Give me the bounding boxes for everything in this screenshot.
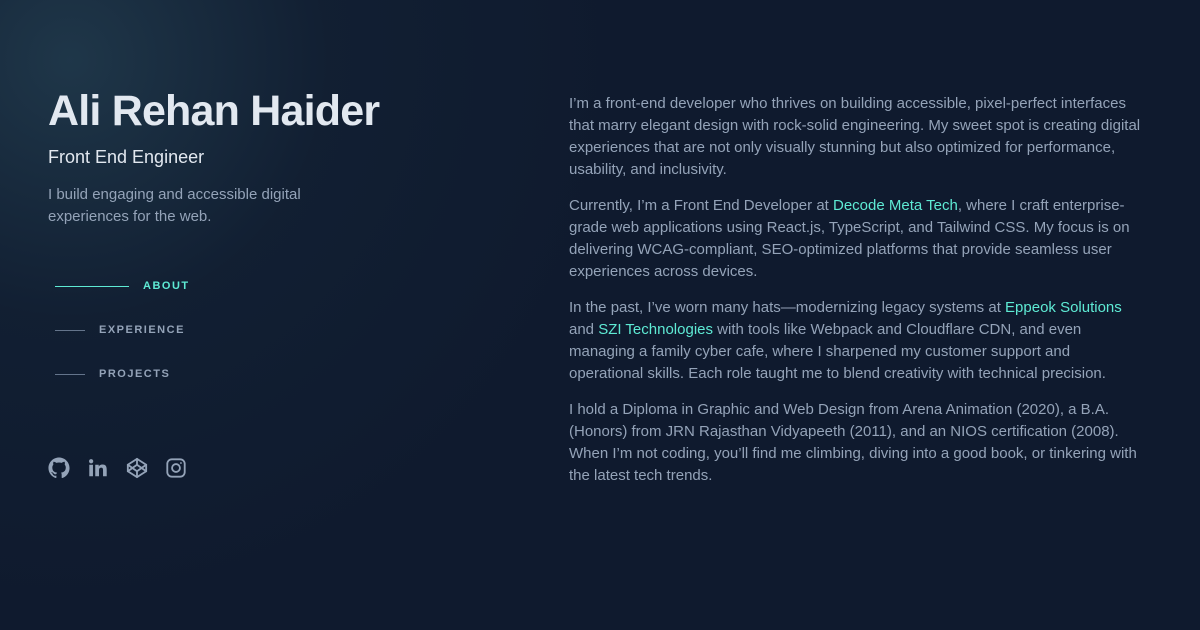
codepen-link[interactable] [126,457,148,479]
social-links [48,457,187,479]
nav-item-label: ABOUT [143,280,190,292]
about-text: Currently, I’m a Front End Developer at [569,197,833,214]
profile-tagline: I build engaging and accessible digital … [48,186,301,225]
linkedin-link[interactable] [87,457,109,479]
linkedin-icon [89,459,107,477]
nav-item-projects[interactable]: PROJECTS [55,364,190,384]
section-nav: ABOUT EXPERIENCE PROJECTS [55,276,190,408]
instagram-icon [166,458,186,478]
nav-indicator-line [55,373,85,375]
nav-item-about[interactable]: ABOUT [55,276,190,296]
about-text: and [569,321,599,338]
instagram-link[interactable] [165,457,187,479]
about-paragraph-4: I hold a Diploma in Graphic and Web Desi… [569,401,1137,484]
github-link[interactable] [48,457,70,479]
github-icon [48,457,70,479]
nav-item-experience[interactable]: EXPERIENCE [55,320,190,340]
profile-column: Ali Rehan Haider Front End Engineer I bu… [48,0,488,630]
nav-indicator-line [55,285,129,287]
decode-meta-tech-link[interactable]: Decode Meta Tech [833,197,958,214]
about-section: I’m a front-end developer who thrives on… [569,93,1141,501]
about-text: In the past, I’ve worn many hats—moderni… [569,299,1006,316]
szi-technologies-link[interactable]: SZI Technologies [598,321,713,338]
nav-item-label: PROJECTS [99,368,171,380]
nav-indicator-line [55,329,85,331]
nav-item-label: EXPERIENCE [99,324,185,336]
profile-name: Ali Rehan Haider [48,87,380,135]
about-paragraph-3: In the past, I’ve worn many hats—moderni… [569,297,1141,385]
codepen-icon [126,457,148,479]
eppeok-solutions-link[interactable]: Eppeok Solutions [1005,299,1122,316]
profile-role: Front End Engineer [48,147,205,167]
about-paragraph-1: I’m a front-end developer who thrives on… [569,95,1141,178]
about-paragraph-2: Currently, I’m a Front End Developer at … [569,195,1141,283]
